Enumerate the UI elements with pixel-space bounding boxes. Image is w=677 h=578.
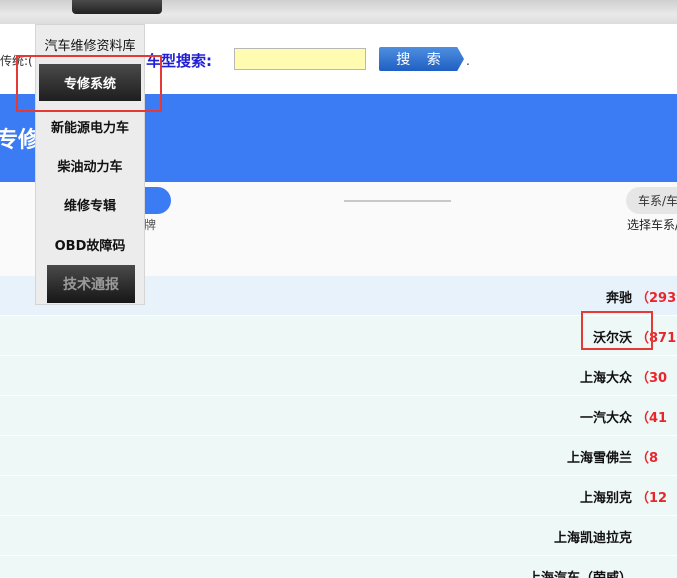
brand-count: （41: [636, 411, 668, 426]
brand-count: （8: [636, 451, 659, 466]
menu-item-tech-bulletin[interactable]: 技术通报: [47, 265, 135, 303]
brand-row[interactable]: 沃尔沃 （871: [0, 316, 677, 356]
brand-name[interactable]: 上海雪佛兰: [567, 447, 632, 466]
brand-count: （30: [636, 371, 668, 386]
menu-item-diesel[interactable]: 柴油动力车: [36, 156, 144, 175]
step-connector: [344, 200, 451, 202]
brand-count: （12: [636, 491, 668, 506]
brand-row[interactable]: 上海雪佛兰 （8: [0, 436, 677, 476]
brand-row[interactable]: 上海汽车（荣威）: [0, 556, 677, 578]
banner-title: 专修: [0, 128, 41, 153]
search-button[interactable]: 搜 索: [379, 47, 464, 71]
brand-row[interactable]: 上海别克 （12: [0, 476, 677, 516]
menu-item-repair-album[interactable]: 维修专辑: [36, 195, 144, 214]
top-bar: [0, 0, 677, 24]
step-caption-series: 选择车系/: [627, 218, 677, 232]
brand-name[interactable]: 一汽大众: [580, 407, 632, 426]
brand-row[interactable]: 上海凯迪拉克: [0, 516, 677, 556]
brand-name[interactable]: 上海大众: [580, 367, 632, 386]
menu-item-new-energy[interactable]: 新能源电力车: [36, 117, 144, 136]
brand-list: 奔驰 （2939 沃尔沃 （871 上海大众 （30 一汽大众 （41 上海雪佛…: [0, 276, 677, 578]
dropdown-header[interactable]: 汽车维修资料库: [36, 35, 144, 54]
brand-row[interactable]: 上海大众 （30: [0, 356, 677, 396]
menu-item-obd-codes[interactable]: OBD故障码: [36, 235, 144, 254]
search-trailing-text: .: [466, 54, 470, 68]
brand-count: （2939: [636, 291, 677, 306]
search-input[interactable]: [234, 48, 366, 70]
highlight-box-menu: [16, 55, 162, 112]
brand-name[interactable]: 奔驰: [606, 287, 632, 306]
step-select-series[interactable]: 车系/车: [626, 187, 677, 214]
brand-row[interactable]: 一汽大众 （41: [0, 396, 677, 436]
brand-name[interactable]: 上海汽车（荣威）: [528, 567, 632, 578]
top-tab[interactable]: [72, 0, 162, 14]
brand-name[interactable]: 上海别克: [580, 487, 632, 506]
highlight-box-brand: [581, 311, 653, 350]
brand-name[interactable]: 上海凯迪拉克: [554, 527, 632, 546]
